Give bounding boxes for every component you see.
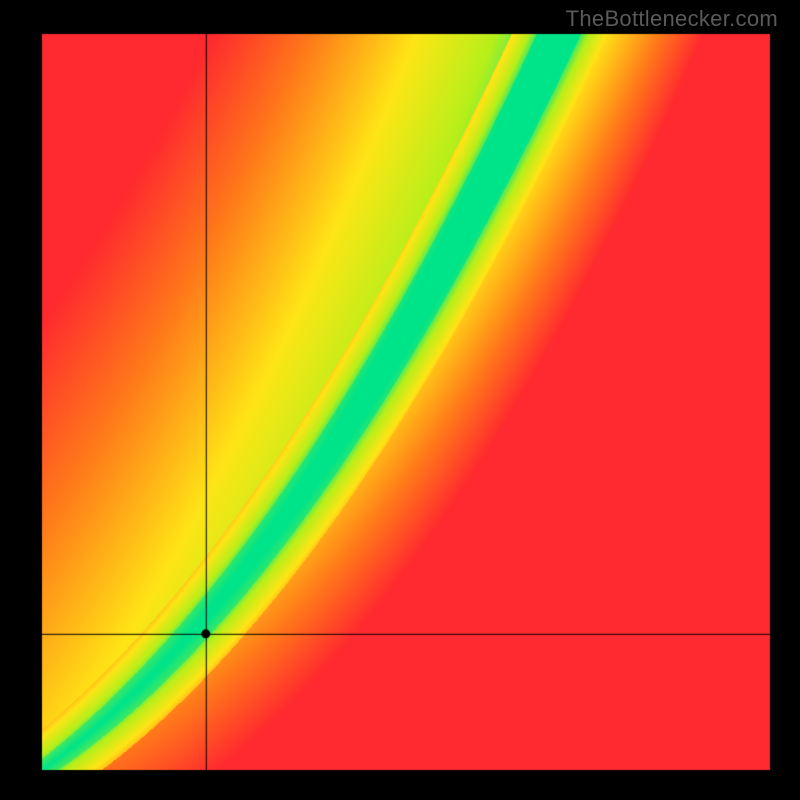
bottleneck-heatmap bbox=[0, 0, 800, 800]
watermark-text: TheBottlenecker.com bbox=[566, 6, 778, 32]
